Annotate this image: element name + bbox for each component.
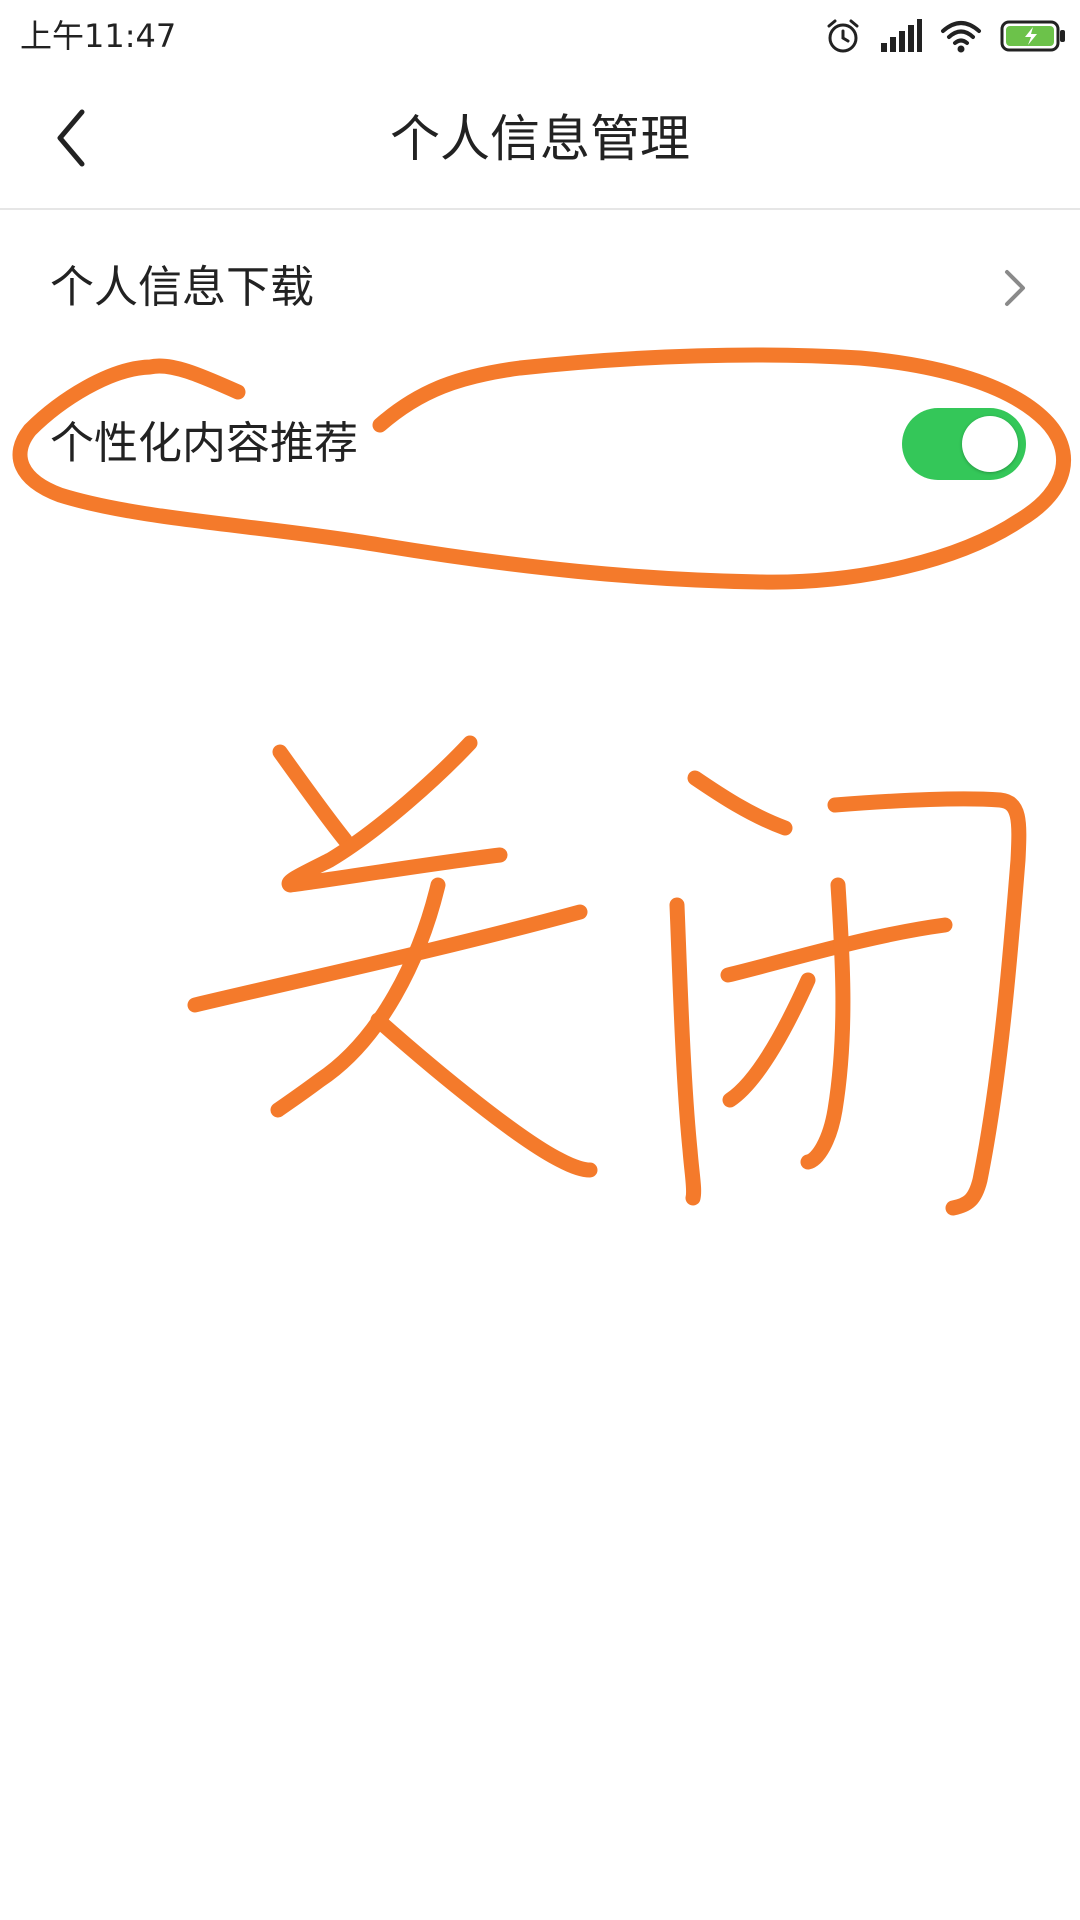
status-time: 上午11:47	[20, 17, 177, 55]
alarm-icon	[824, 17, 862, 55]
annotation-char-bi-inner	[722, 972, 816, 1108]
row-label: 个人信息下载	[50, 262, 314, 313]
chevron-right-icon	[1000, 266, 1030, 310]
annotation-char-bi-frame	[827, 791, 1027, 1216]
annotation-char-guan-bar	[187, 904, 588, 1013]
annotation-char-bi-inner	[800, 877, 851, 1170]
annotation-char-guan-sweep	[370, 1012, 598, 1178]
battery-charging-icon	[1000, 20, 1066, 52]
row-personalized-recommendations: 个性化内容推荐	[0, 366, 1080, 522]
row-personal-info-download[interactable]: 个人信息下载	[0, 210, 1080, 366]
annotation-char-bi-left	[669, 897, 702, 1206]
status-icons	[824, 16, 1066, 56]
screen: 上午11:47 个人信息管理 个人信息下载 个性化内容推荐	[0, 0, 1080, 1920]
annotation-char-guan-top	[281, 735, 508, 893]
row-label: 个性化内容推荐	[50, 418, 358, 469]
nav-header: 个人信息管理	[0, 72, 1080, 210]
toggle-knob	[962, 416, 1018, 472]
annotation-char-guan-sweep	[270, 877, 446, 1118]
annotation-char-guan-top	[272, 744, 353, 848]
personalized-recommendations-toggle[interactable]	[902, 408, 1026, 480]
wifi-icon	[940, 19, 982, 53]
annotation-char-bi-inner	[720, 917, 953, 983]
page-title: 个人信息管理	[390, 110, 690, 168]
signal-icon	[880, 19, 922, 53]
status-bar: 上午11:47	[0, 0, 1080, 72]
settings-list: 个人信息下载 个性化内容推荐	[0, 210, 1080, 522]
annotation-char-bi-dot	[687, 770, 793, 836]
